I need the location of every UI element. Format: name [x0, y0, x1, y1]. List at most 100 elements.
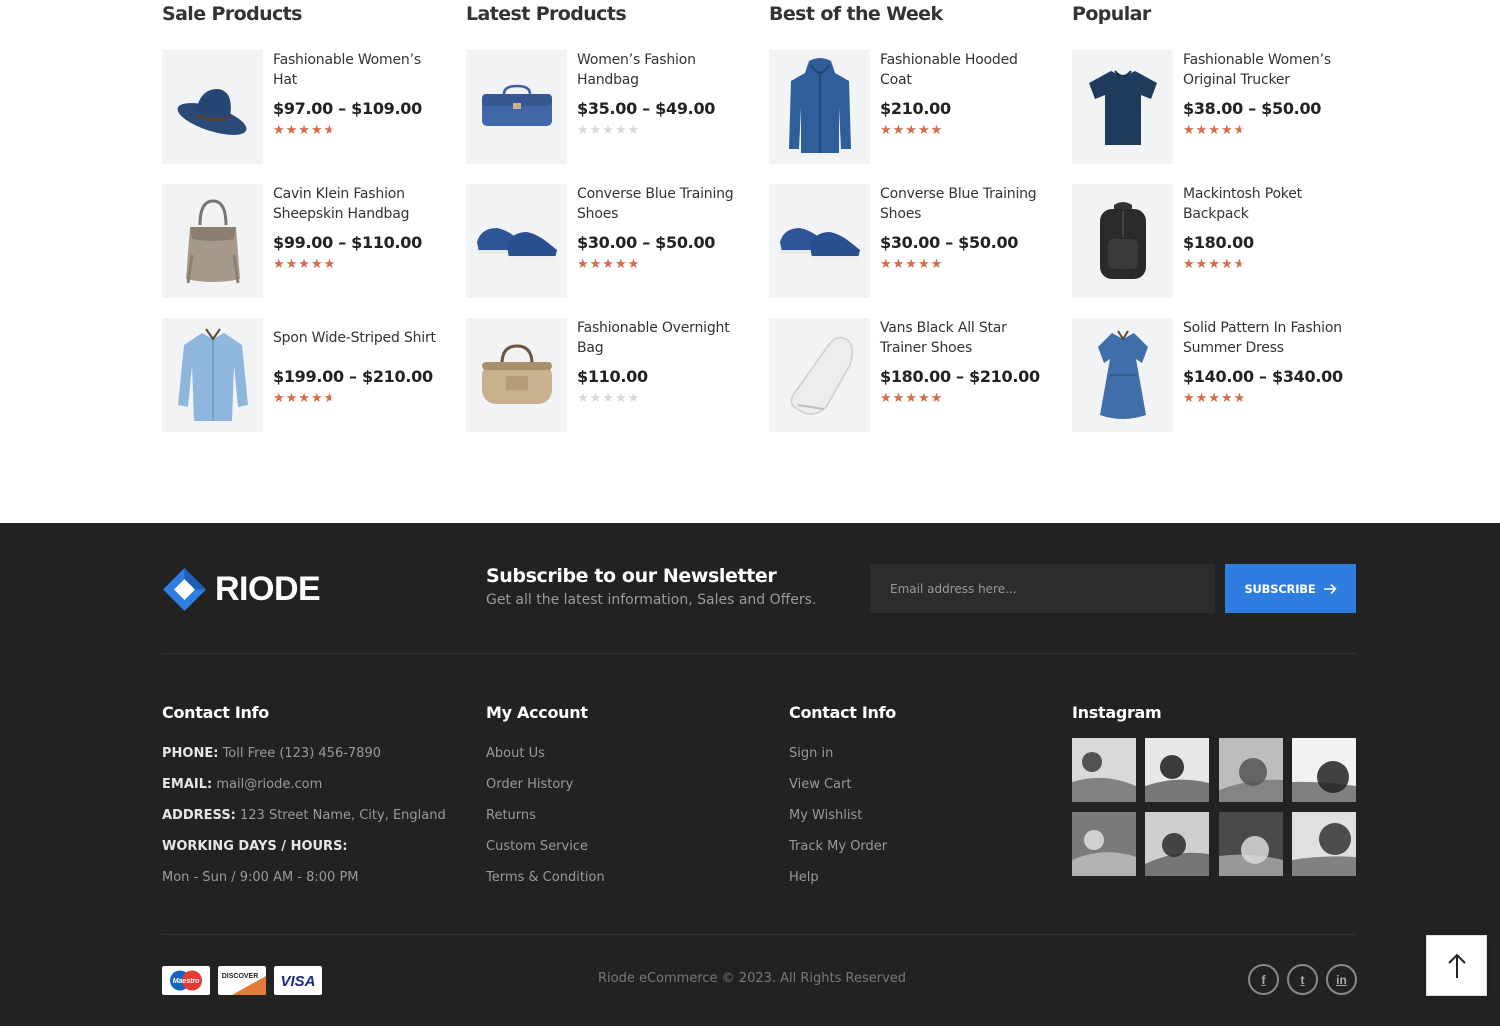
contact-hours-label: WORKING DAYS / HOURS: — [162, 837, 446, 868]
footer-link-track-order[interactable]: Track My Order — [789, 837, 896, 868]
product-price: $210.00 — [880, 99, 951, 118]
product-name[interactable]: Mackintosh Poket Backpack — [1183, 184, 1355, 224]
product-item[interactable]: Converse Blue Training Shoes $30.00 – $50… — [466, 184, 751, 298]
phone-value[interactable]: Toll Free (123) 456-7890 — [223, 746, 381, 761]
sale-products-column: Sale Products — [162, 0, 447, 30]
star-icons-filled: ★★★★★ — [273, 124, 331, 138]
product-price: $30.00 – $50.00 — [880, 233, 1019, 252]
footer-logo[interactable]: RIODE — [162, 567, 321, 612]
product-image[interactable] — [466, 50, 567, 164]
email-value[interactable]: mail@riode.com — [216, 777, 322, 792]
star-icons-filled: ★★★★★ — [1183, 124, 1241, 138]
product-item[interactable]: Vans Black All Star Trainer Shoes $180.00… — [769, 318, 1054, 432]
rating-stars: ★★★★★★★★★★ — [1183, 124, 1255, 138]
instagram-photo[interactable] — [1291, 812, 1356, 876]
product-info: Solid Pattern In Fashion Summer Dress $14… — [1183, 318, 1355, 406]
rating-stars: ★★★★★★★★★★ — [1183, 258, 1255, 272]
product-name[interactable]: Converse Blue Training Shoes — [577, 184, 749, 224]
product-image[interactable] — [162, 50, 263, 164]
product-image[interactable] — [769, 318, 870, 432]
product-name[interactable]: Fashionable Women’s Original Trucker — [1183, 50, 1355, 90]
discover-text: DISCOVER — [222, 973, 259, 980]
footer-link-view-cart[interactable]: View Cart — [789, 775, 896, 806]
product-info: Cavin Klein Fashion Sheepskin Handbag $99… — [273, 184, 445, 272]
linkedin-icon[interactable]: in — [1326, 964, 1357, 995]
product-name[interactable]: Fashionable Overnight Bag — [577, 318, 749, 358]
footer-link-sign-in[interactable]: Sign in — [789, 744, 896, 775]
star-icons-filled: ★★★★★ — [880, 392, 944, 406]
product-name[interactable]: Women’s Fashion Handbag — [577, 50, 749, 90]
product-info: Spon Wide-Striped Shirt $199.00 – $210.00… — [273, 318, 445, 406]
product-item[interactable]: Cavin Klein Fashion Sheepskin Handbag $99… — [162, 184, 447, 298]
product-image[interactable] — [769, 184, 870, 298]
product-price: $35.00 – $49.00 — [577, 99, 716, 118]
footer-link-wishlist[interactable]: My Wishlist — [789, 806, 896, 837]
product-name[interactable]: Fashionable Hooded Coat — [880, 50, 1052, 90]
footer-link-about-us[interactable]: About Us — [486, 744, 605, 775]
instagram-photo[interactable] — [1072, 738, 1136, 802]
product-image[interactable] — [162, 318, 263, 432]
product-item[interactable]: Fashionable Women’s Original Trucker $38.… — [1072, 50, 1357, 164]
product-name[interactable]: Fashionable Women’s Hat — [273, 50, 445, 90]
instagram-grid — [1072, 738, 1356, 876]
product-item[interactable]: Converse Blue Training Shoes $30.00 – $50… — [769, 184, 1054, 298]
product-name[interactable]: Converse Blue Training Shoes — [880, 184, 1052, 224]
product-price: $180.00 — [1183, 233, 1254, 252]
contact-address: ADDRESS: 123 Street Name, City, England — [162, 806, 446, 837]
instagram-photo[interactable] — [1218, 738, 1283, 802]
product-name[interactable]: Vans Black All Star Trainer Shoes — [880, 318, 1052, 358]
newsletter-email-input[interactable] — [870, 564, 1215, 613]
product-item[interactable]: Fashionable Women’s Hat $97.00 – $109.00 ★… — [162, 50, 447, 164]
instagram-photo[interactable] — [1145, 812, 1210, 876]
instagram-photo[interactable] — [1072, 812, 1136, 876]
rating-stars: ★★★★★★★★★★ — [273, 124, 345, 138]
product-name[interactable]: Solid Pattern In Fashion Summer Dress — [1183, 318, 1355, 358]
product-info: Converse Blue Training Shoes $30.00 – $50… — [880, 184, 1052, 272]
product-info: Converse Blue Training Shoes $30.00 – $50… — [577, 184, 749, 272]
my-account-title: My Account — [486, 703, 588, 722]
product-item[interactable]: Women’s Fashion Handbag $35.00 – $49.00 ★★… — [466, 50, 751, 164]
product-name[interactable]: Spon Wide-Striped Shirt — [273, 318, 445, 358]
footer-link-custom-service[interactable]: Custom Service — [486, 837, 605, 868]
social-links: f t in — [1248, 964, 1357, 995]
footer-link-terms[interactable]: Terms & Condition — [486, 868, 605, 899]
footer-divider-top — [162, 653, 1356, 654]
rating-stars: ★★★★★★★★★★ — [880, 392, 952, 406]
facebook-icon[interactable]: f — [1248, 964, 1279, 995]
maestro-card-icon: Maestro — [162, 966, 210, 995]
footer-link-order-history[interactable]: Order History — [486, 775, 605, 806]
scroll-to-top-button[interactable] — [1426, 935, 1487, 996]
twitter-icon[interactable]: t — [1287, 964, 1318, 995]
instagram-photo[interactable] — [1291, 738, 1356, 802]
product-image[interactable] — [162, 184, 263, 298]
best-of-week-column: Best of the Week — [769, 0, 1054, 30]
product-image[interactable] — [1072, 318, 1173, 432]
product-item[interactable]: Solid Pattern In Fashion Summer Dress $14… — [1072, 318, 1357, 432]
product-info: Women’s Fashion Handbag $35.00 – $49.00 ★★… — [577, 50, 749, 138]
product-item[interactable]: Fashionable Overnight Bag $110.00 ★★★★★★★★… — [466, 318, 751, 432]
footer-link-returns[interactable]: Returns — [486, 806, 605, 837]
subscribe-button[interactable]: SUBSCRIBE — [1225, 564, 1356, 613]
rating-stars: ★★★★★★★★★★ — [1183, 392, 1255, 406]
product-item[interactable]: Spon Wide-Striped Shirt $199.00 – $210.00… — [162, 318, 447, 432]
product-image[interactable] — [769, 50, 870, 164]
footer-link-help[interactable]: Help — [789, 868, 896, 899]
instagram-photo[interactable] — [1145, 738, 1210, 802]
product-image[interactable] — [1072, 184, 1173, 298]
footer-divider-bottom — [162, 934, 1356, 935]
product-info: Vans Black All Star Trainer Shoes $180.00… — [880, 318, 1052, 406]
contact-info-column: Contact Info PHONE: Toll Free (123) 456-… — [162, 703, 446, 899]
instagram-photo[interactable] — [1218, 812, 1283, 876]
subscribe-label: SUBSCRIBE — [1244, 581, 1316, 596]
visa-card-icon: VISA — [274, 966, 322, 995]
product-image[interactable] — [466, 184, 567, 298]
product-item[interactable]: Mackintosh Poket Backpack $180.00 ★★★★★ ★★★… — [1072, 184, 1357, 298]
product-info: Mackintosh Poket Backpack $180.00 ★★★★★ ★★★… — [1183, 184, 1355, 272]
product-item[interactable]: Fashionable Hooded Coat $210.00 ★★★★★ ★★★★★ — [769, 50, 1054, 164]
product-name[interactable]: Cavin Klein Fashion Sheepskin Handbag — [273, 184, 445, 224]
product-image[interactable] — [1072, 50, 1173, 164]
contact-links-column: Contact Info Sign in View Cart My Wishli… — [789, 703, 896, 899]
product-image[interactable] — [466, 318, 567, 432]
address-value: 123 Street Name, City, England — [240, 808, 446, 823]
latest-products-column: Latest Products — [466, 0, 751, 30]
